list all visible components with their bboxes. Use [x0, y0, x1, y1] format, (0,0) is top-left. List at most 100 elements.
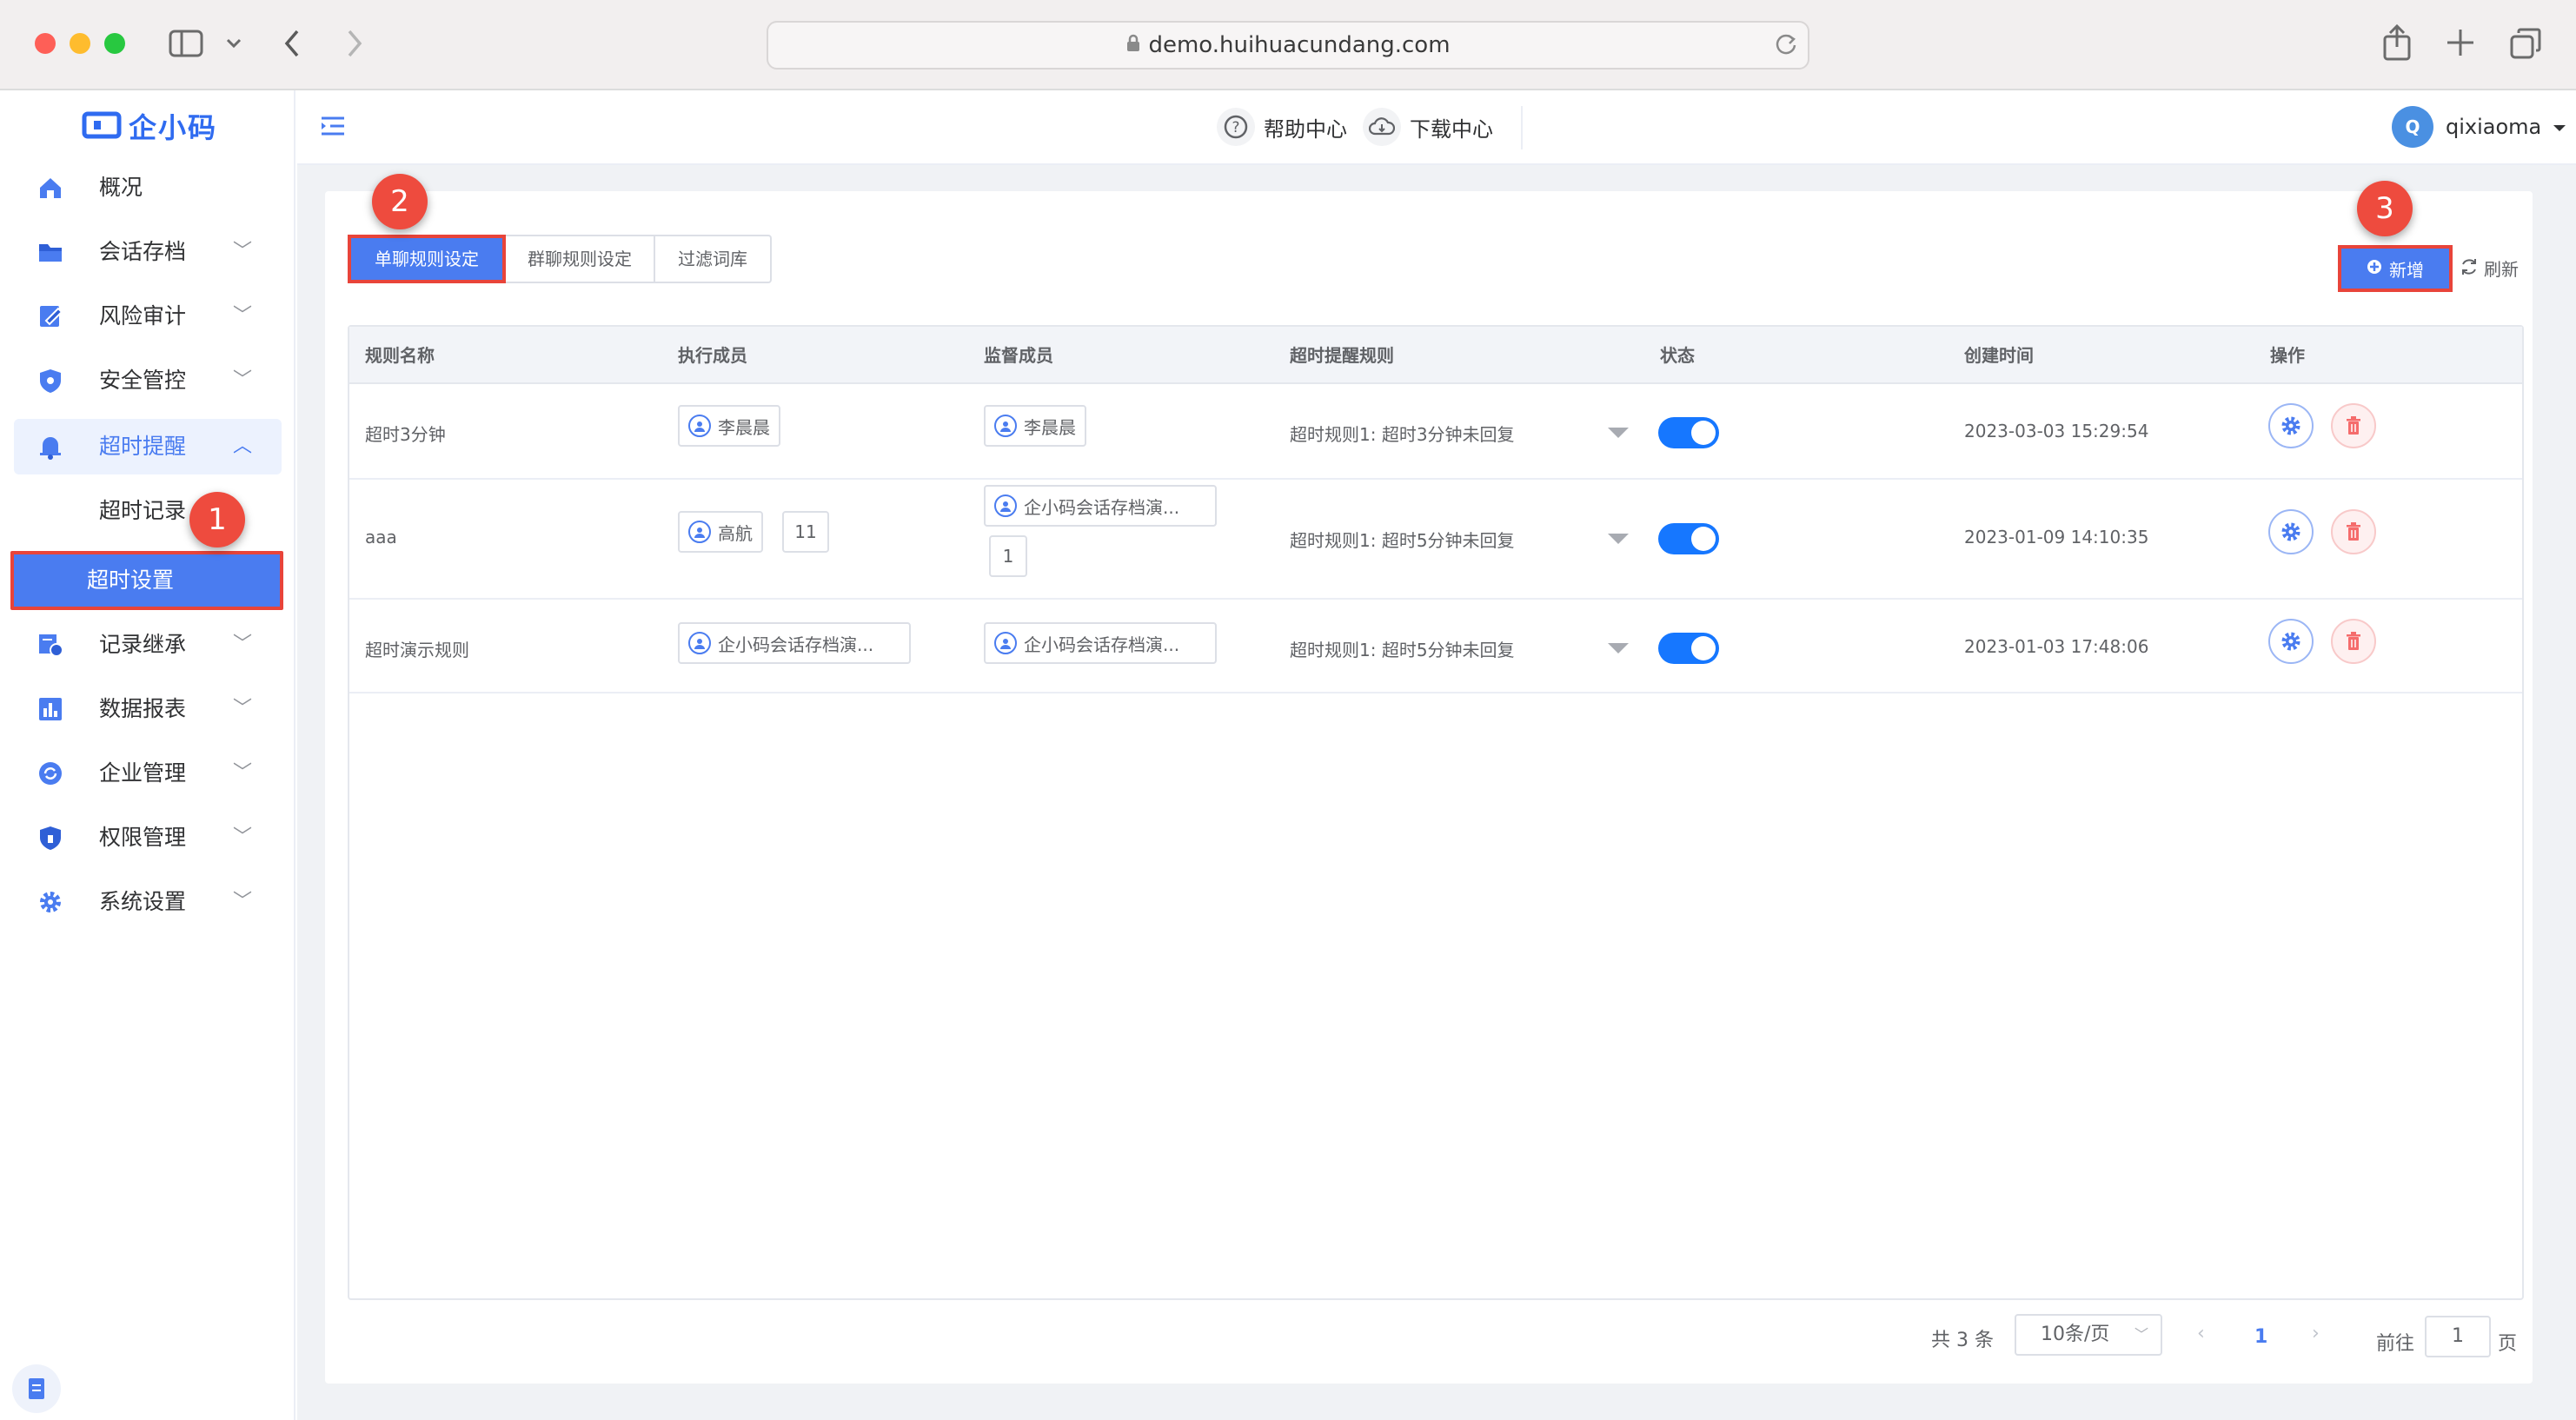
- document-icon[interactable]: [12, 1364, 61, 1413]
- sidebar-item-session-archive[interactable]: 会话存档 ﹀: [14, 224, 282, 280]
- tab-single-chat-rules[interactable]: 单聊规则设定: [348, 235, 506, 283]
- created-time: 2023-01-09 14:10:35: [1964, 527, 2149, 547]
- audit-icon: [35, 301, 66, 332]
- rules-table: 规则名称 执行成员 监督成员 超时提醒规则 状态 创建时间 操作 超时3分钟 李…: [348, 325, 2524, 1300]
- sup-member-tag: 企小码会话存档演...: [984, 622, 1217, 664]
- address-bar[interactable]: demo.huihuacundang.com: [767, 21, 1809, 70]
- cloud-download-icon: [1363, 108, 1401, 146]
- goto-page-input[interactable]: 1: [2425, 1316, 2491, 1357]
- page-suffix: 页: [2498, 1333, 2518, 1355]
- share-icon[interactable]: [2381, 23, 2413, 64]
- logo-text: 企小码: [129, 111, 218, 144]
- sidebar-toggle-icon[interactable]: [169, 30, 203, 61]
- column-header: 超时提醒规则: [1290, 345, 1394, 366]
- chevron-down-icon: ﹀: [232, 241, 252, 262]
- sidebar-item-record-inherit[interactable]: 记录继承 ﹀: [14, 617, 282, 673]
- sidebar-item-label: 概况: [99, 175, 143, 200]
- timeout-rule: 超时规则1: 超时3分钟未回复: [1290, 424, 1515, 445]
- refresh-button[interactable]: 刷新: [2460, 255, 2519, 281]
- user-icon: [688, 415, 711, 437]
- settings-button[interactable]: [2268, 509, 2314, 554]
- bell-icon: [35, 431, 66, 462]
- annotation-badge: 2: [372, 174, 428, 229]
- chevron-down-icon: ﹀: [232, 634, 252, 655]
- next-page-button[interactable]: ›: [2312, 1323, 2320, 1344]
- sidebar-item-system-settings[interactable]: 系统设置 ﹀: [14, 874, 282, 930]
- tab-group-chat-rules[interactable]: 群聊规则设定: [506, 235, 655, 283]
- pagination-total: 共 3 条: [1931, 1330, 1994, 1351]
- settings-button[interactable]: [2268, 619, 2314, 664]
- url-text: demo.huihuacundang.com: [1148, 32, 1451, 58]
- sidebar-item-label: 安全管控: [99, 368, 187, 393]
- table-row: aaa 高航 11 企小码会话存档演... 1 超时规则1: 超时5分钟未回复 …: [349, 480, 2522, 598]
- page-size-select[interactable]: 10条/页 ﹀: [2015, 1314, 2162, 1356]
- exec-extra-count: 11: [782, 511, 829, 553]
- sidebar-subitem-timeout-settings[interactable]: 超时设置: [10, 551, 283, 610]
- chevron-down-icon[interactable]: [224, 33, 243, 56]
- column-header: 执行成员: [678, 345, 747, 366]
- help-center-link[interactable]: ? 帮助中心: [1217, 108, 1347, 146]
- browser-chrome: demo.huihuacundang.com: [0, 0, 2576, 90]
- created-time: 2023-01-03 17:48:06: [1964, 636, 2149, 657]
- rule-dropdown-icon[interactable]: [1608, 643, 1629, 654]
- exec-member-tag: 企小码会话存档演...: [678, 622, 911, 664]
- sidebar-item-security[interactable]: 安全管控 ﹀: [14, 353, 282, 408]
- annotation-badge: 1: [189, 492, 245, 547]
- tab-filter-words[interactable]: 过滤词库: [655, 235, 772, 283]
- status-toggle[interactable]: [1658, 633, 1719, 664]
- minimize-window-button[interactable]: [70, 33, 90, 54]
- created-time: 2023-03-03 15:29:54: [1964, 421, 2149, 441]
- settings-button[interactable]: [2268, 403, 2314, 448]
- brand-logo: 企小码: [82, 106, 217, 146]
- inherit-icon: [35, 629, 66, 660]
- page-size-value: 10条/页: [2041, 1324, 2110, 1345]
- username: qixiaoma: [2446, 115, 2542, 139]
- sidebar-item-data-report[interactable]: 数据报表 ﹀: [14, 681, 282, 737]
- maximize-window-button[interactable]: [104, 33, 125, 54]
- collapse-menu-icon[interactable]: [320, 115, 346, 141]
- tab-overview-icon[interactable]: [2510, 28, 2543, 64]
- column-header: 操作: [2270, 345, 2305, 366]
- prev-page-button[interactable]: ‹: [2197, 1323, 2205, 1344]
- sup-member-tag: 李晨晨: [984, 405, 1086, 447]
- chevron-down-icon: ﹀: [232, 698, 252, 720]
- rule-name: aaa: [365, 527, 397, 547]
- new-tab-icon[interactable]: [2446, 28, 2475, 61]
- chevron-down-icon: ﹀: [232, 891, 252, 912]
- back-icon[interactable]: [280, 28, 304, 63]
- sidebar-item-overview[interactable]: 概况: [14, 160, 282, 216]
- sidebar-item-label: 系统设置: [99, 889, 187, 914]
- sidebar-item-permission[interactable]: 权限管理 ﹀: [14, 810, 282, 866]
- status-toggle[interactable]: [1658, 523, 1719, 554]
- gear-icon: [35, 886, 66, 918]
- caret-down-icon: [2553, 119, 2566, 136]
- forward-icon[interactable]: [342, 28, 367, 63]
- add-button[interactable]: 新增: [2338, 245, 2453, 292]
- status-toggle[interactable]: [1658, 417, 1719, 448]
- help-icon: ?: [1217, 108, 1255, 146]
- delete-button[interactable]: [2331, 509, 2376, 554]
- sidebar-item-label: 超时提醒: [99, 434, 187, 459]
- user-menu[interactable]: Q qixiaoma: [2392, 106, 2566, 148]
- add-label: 新增: [2389, 259, 2424, 281]
- close-window-button[interactable]: [35, 33, 56, 54]
- sidebar-item-enterprise[interactable]: 企业管理 ﹀: [14, 746, 282, 801]
- chevron-down-icon: ﹀: [232, 826, 252, 848]
- exec-member-tag: 高航: [678, 511, 763, 553]
- folder-icon: [35, 236, 66, 268]
- sidebar-item-timeout-alert[interactable]: 超时提醒 ︿: [14, 419, 282, 474]
- download-center-link[interactable]: 下载中心: [1363, 108, 1493, 146]
- sidebar-item-risk-audit[interactable]: 风险审计 ﹀: [14, 289, 282, 344]
- delete-button[interactable]: [2331, 619, 2376, 664]
- permission-icon: [35, 822, 66, 853]
- rule-dropdown-icon[interactable]: [1608, 428, 1629, 438]
- sup-member-tag: 企小码会话存档演...: [984, 485, 1217, 527]
- chart-icon: [35, 693, 66, 725]
- sidebar-item-label: 权限管理: [99, 825, 187, 850]
- current-page[interactable]: 1: [2254, 1326, 2267, 1348]
- delete-button[interactable]: [2331, 403, 2376, 448]
- reload-icon[interactable]: [1773, 31, 1799, 61]
- trash-icon: [2347, 632, 2360, 650]
- rule-dropdown-icon[interactable]: [1608, 534, 1629, 544]
- user-icon: [688, 521, 711, 543]
